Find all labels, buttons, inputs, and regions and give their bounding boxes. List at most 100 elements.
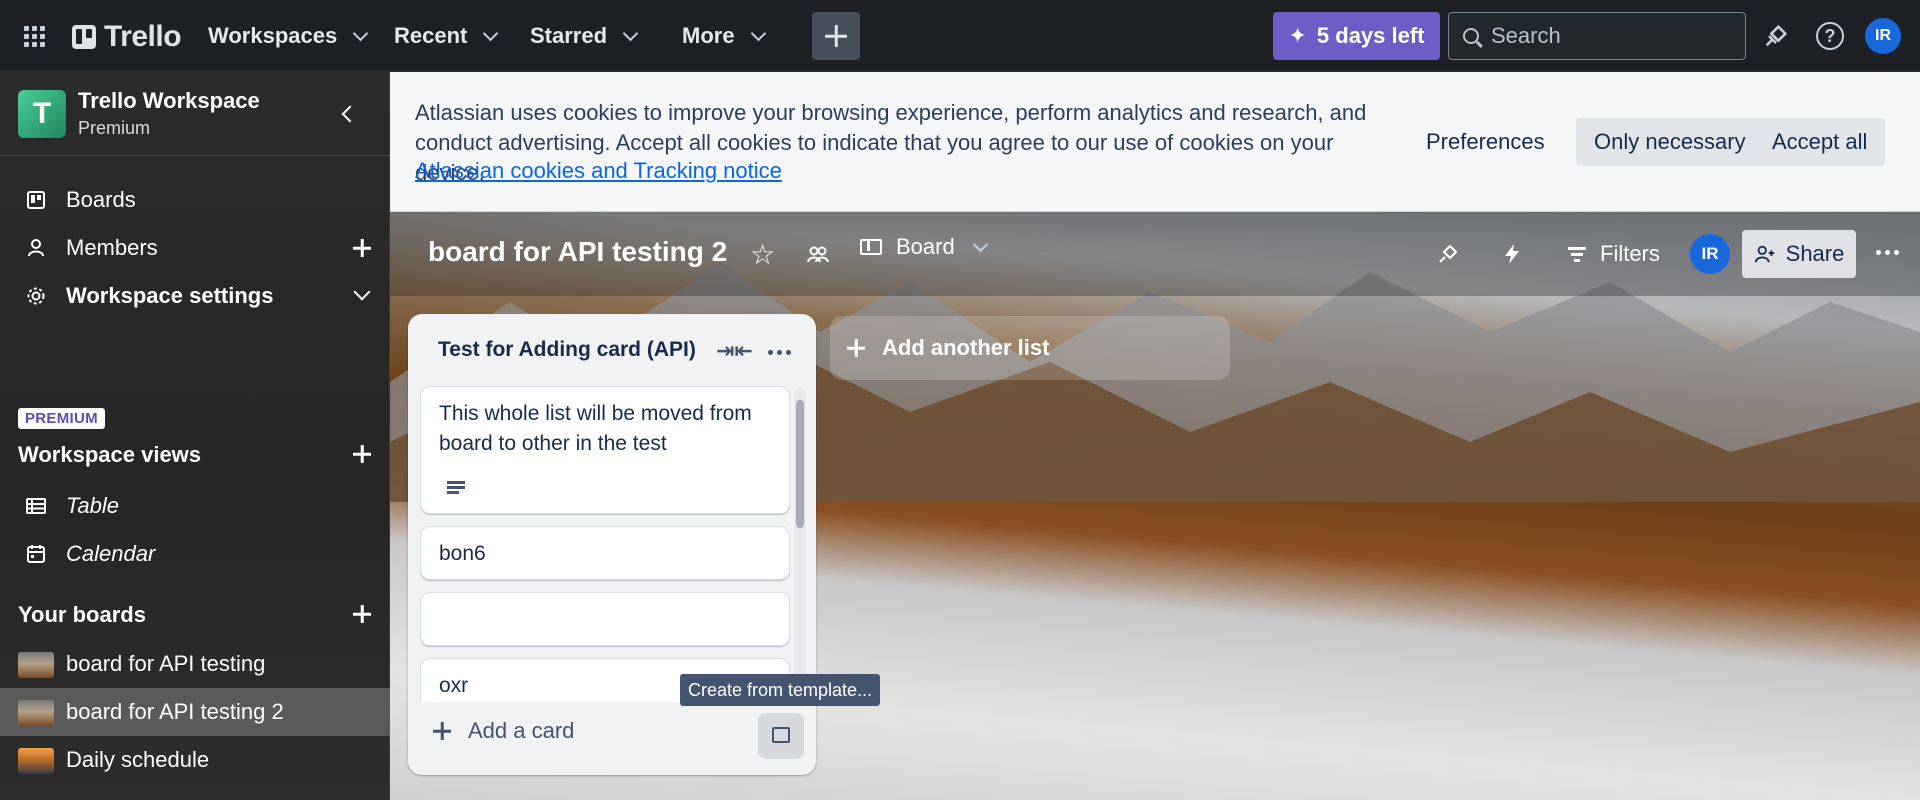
sidebar-item-boards[interactable]: Boards — [0, 176, 390, 224]
list-title[interactable]: Test for Adding card (API) — [438, 338, 696, 362]
app-switcher-icon[interactable] — [18, 20, 50, 52]
board-thumbnail — [18, 700, 54, 726]
search-input[interactable]: Search — [1448, 12, 1746, 60]
add-list-button[interactable]: Add another list — [830, 316, 1230, 380]
menu-recent[interactable]: Recent — [394, 12, 499, 60]
board-view-switcher[interactable]: Board — [860, 234, 988, 260]
list-scrollbar[interactable] — [794, 388, 806, 700]
board-title[interactable]: board for API testing 2 — [428, 236, 727, 268]
cookie-accept-all-button[interactable]: Accept all — [1754, 118, 1886, 166]
create-from-template-button[interactable] — [758, 713, 804, 759]
board-icon — [27, 191, 45, 209]
sidebar-item-label: Boards — [66, 187, 136, 212]
add-card-button[interactable]: Add a card — [432, 718, 574, 744]
card-title: bon6 — [439, 542, 486, 565]
sidebar-item-calendar[interactable]: Calendar — [0, 530, 390, 578]
board-view-icon — [860, 239, 882, 255]
create-button[interactable] — [812, 12, 860, 60]
chevron-down-icon — [352, 25, 369, 41]
chevron-down-icon — [483, 25, 499, 41]
add-member-icon[interactable] — [350, 236, 374, 260]
plus-icon — [846, 338, 866, 358]
share-person-icon — [1754, 245, 1774, 263]
card[interactable]: bon6 — [420, 526, 790, 580]
sidebar-item-members[interactable]: Members — [0, 224, 390, 272]
sidebar-item-table[interactable]: Table — [0, 482, 390, 530]
chevron-down-icon — [972, 236, 988, 252]
collapse-sidebar-button[interactable] — [328, 96, 364, 132]
board-thumbnail — [18, 652, 54, 678]
collapse-list-icon[interactable]: ⇥⇤ — [716, 338, 753, 364]
chevron-down-icon — [750, 25, 766, 41]
person-icon — [28, 239, 44, 257]
workspace-name[interactable]: Trello Workspace — [78, 88, 260, 114]
notifications-icon[interactable] — [1762, 22, 1790, 50]
sidebar-board-label: board for API testing 2 — [66, 699, 284, 724]
workspace-plan: Premium — [78, 118, 151, 138]
sidebar-board-1[interactable]: board for API testing — [0, 640, 390, 688]
calendar-icon — [27, 545, 45, 563]
menu-more-label: More — [682, 23, 735, 48]
power-ups-icon[interactable] — [1436, 242, 1460, 266]
add-view-icon[interactable] — [350, 442, 374, 466]
menu-starred-label: Starred — [530, 23, 608, 48]
board-view-label: Board — [896, 234, 955, 259]
workspace-views-header: Workspace views — [0, 430, 390, 478]
menu-recent-label: Recent — [394, 23, 468, 48]
sidebar-item-label: Table — [66, 493, 120, 518]
plus-icon — [432, 721, 452, 741]
your-boards-header: Your boards — [0, 590, 390, 638]
sidebar-item-label: Calendar — [66, 541, 156, 566]
sidebar-item-label: Workspace settings — [66, 283, 274, 308]
board-thumbnail — [18, 748, 54, 774]
cookie-banner: Atlassian uses cookies to improve your b… — [390, 72, 1920, 212]
sidebar-board-label: board for API testing — [66, 651, 266, 676]
card[interactable]: This whole list will be moved from board… — [420, 386, 790, 514]
sidebar-board-2[interactable]: board for API testing 2 — [0, 688, 390, 736]
board-member-avatar[interactable]: IR — [1690, 234, 1730, 274]
share-label: Share — [1785, 241, 1845, 266]
cookie-preferences-button[interactable]: Preferences — [1408, 118, 1563, 166]
chevron-down-icon — [622, 25, 639, 41]
help-icon[interactable]: ? — [1816, 22, 1844, 50]
card-title: oxr — [439, 674, 469, 697]
filters-button[interactable]: Filters — [1568, 234, 1660, 274]
sidebar-item-workspace-settings[interactable]: Workspace settings — [0, 272, 390, 320]
add-board-icon[interactable] — [350, 602, 374, 626]
chevron-down-icon[interactable] — [353, 283, 371, 301]
card-list: This whole list will be moved from board… — [420, 386, 790, 702]
user-avatar[interactable]: IR — [1865, 18, 1901, 54]
list-actions-icon[interactable] — [768, 350, 791, 355]
search-icon — [1463, 28, 1479, 44]
menu-starred[interactable]: Starred — [530, 12, 639, 60]
menu-workspaces[interactable]: Workspaces — [208, 12, 369, 60]
cookie-only-necessary-button[interactable]: Only necessary — [1576, 118, 1764, 166]
automation-icon[interactable] — [1500, 242, 1524, 266]
card-title: This whole list will be moved from board… — [439, 402, 752, 455]
trial-button[interactable]: ✦ 5 days left — [1273, 12, 1440, 60]
visibility-icon[interactable] — [806, 242, 830, 266]
star-icon[interactable]: ☆ — [750, 238, 775, 271]
add-card-label: Add a card — [468, 718, 575, 743]
board-header: board for API testing 2 ☆ Board Filters … — [390, 212, 1920, 296]
board-menu-icon[interactable] — [1876, 250, 1899, 255]
trello-logo[interactable]: Trello — [72, 20, 182, 54]
trello-logo-text: Trello — [104, 20, 182, 53]
your-boards-title: Your boards — [18, 602, 146, 627]
board-canvas: Atlassian uses cookies to improve your b… — [390, 72, 1920, 800]
menu-more[interactable]: More — [682, 12, 766, 60]
search-placeholder: Search — [1491, 23, 1561, 48]
sidebar-item-label: Members — [66, 235, 158, 260]
workspace-logo: T — [18, 90, 66, 138]
workspace-views-title: Workspace views — [18, 442, 202, 467]
template-icon — [772, 727, 790, 743]
cookie-notice-link[interactable]: Atlassian cookies and Tracking notice — [415, 158, 782, 184]
template-tooltip: Create from template... — [680, 674, 881, 706]
card[interactable] — [420, 592, 790, 646]
table-icon — [26, 498, 46, 514]
sidebar-board-3[interactable]: Daily schedule — [0, 736, 390, 784]
list-scroll-thumb[interactable] — [796, 400, 804, 528]
share-button[interactable]: Share — [1742, 230, 1856, 278]
sidebar: T Trello Workspace Premium Boards Member… — [0, 72, 390, 800]
sparkle-icon: ✦ — [1288, 23, 1307, 48]
